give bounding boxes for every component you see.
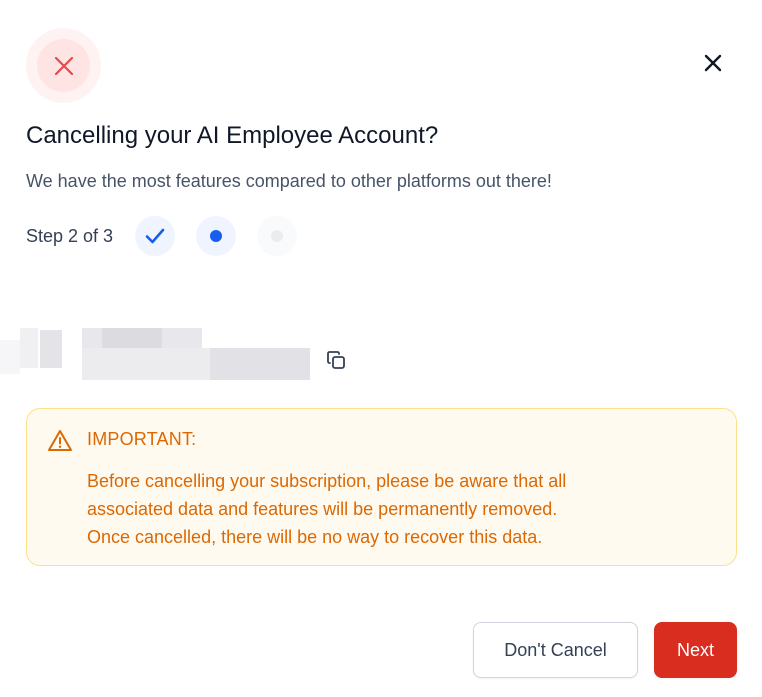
dont-cancel-button[interactable]: Don't Cancel [473,622,638,678]
status-icon-badge [26,28,101,103]
warning-icon [48,430,72,451]
step-indicator: Step 2 of 3 [26,216,318,256]
important-warning-alert: IMPORTANT: Before cancelling your subscr… [26,408,737,566]
modal-subtitle: We have the most features compared to ot… [26,171,552,191]
alert-message: Before cancelling your subscription, ple… [87,467,566,551]
check-icon [145,228,165,244]
close-button[interactable] [696,46,730,80]
alert-line: Once cancelled, there will be no way to … [87,527,543,547]
step-2-current [196,216,237,256]
modal-title: Cancelling your AI Employee Account? [26,122,439,149]
step-3-upcoming [257,216,298,256]
alert-title: IMPORTANT: [87,429,197,449]
close-icon [704,54,722,72]
step-label: Step 2 of 3 [26,225,114,246]
account-id-redacted [0,300,318,390]
copy-icon [327,351,345,369]
alert-line: associated data and features will be per… [87,499,558,519]
x-icon [54,56,73,75]
dot-icon [271,230,284,242]
dot-icon [210,230,223,242]
next-button[interactable]: Next [654,622,737,678]
step-1-completed [135,216,176,256]
cancel-account-modal: Cancelling your AI Employee Account? We … [0,0,762,697]
copy-button[interactable] [322,346,350,374]
alert-line: Before cancelling your subscription, ple… [87,471,567,491]
